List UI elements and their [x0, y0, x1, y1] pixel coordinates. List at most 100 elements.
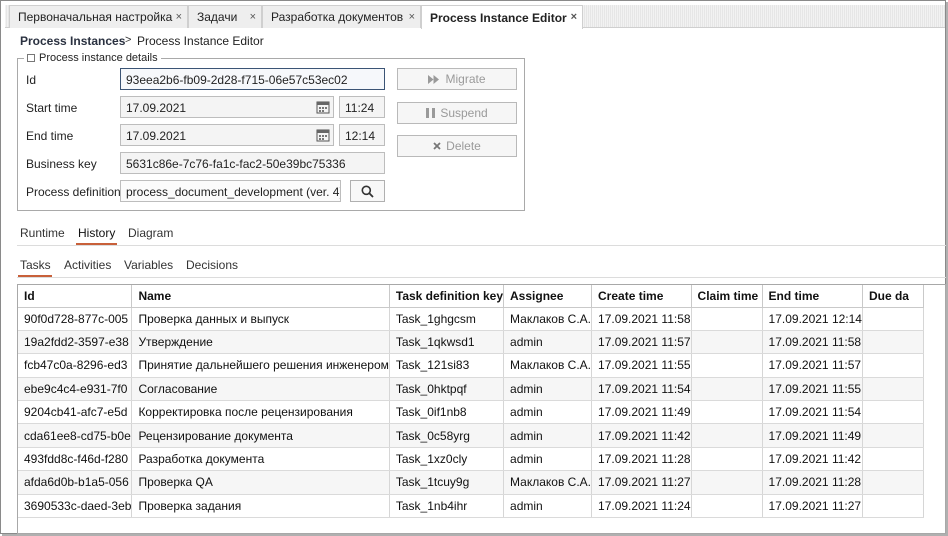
table-row[interactable]: 493fdd8c-f46d-f280 Разработка документа Ta… — [18, 447, 924, 472]
window-tab-label: Задачи — [197, 10, 238, 24]
table-cell: admin — [503, 447, 593, 472]
table-cell: 17.09.2021 11:27 — [762, 494, 863, 519]
table-cell: Согласование — [131, 377, 390, 402]
window-tab-initial-setup[interactable]: Первоначальная настройка × — [9, 5, 188, 28]
breadcrumb-current: Process Instance Editor — [137, 34, 264, 48]
table-cell: admin — [503, 400, 593, 425]
process-definition-field[interactable]: process_document_development (ver. 4) — [120, 180, 341, 202]
table-cell — [862, 307, 924, 331]
table-cell: 17.09.2021 11:54 — [762, 400, 863, 425]
table-cell — [691, 330, 763, 355]
column-header[interactable]: Create time — [591, 285, 692, 308]
migrate-label: Migrate — [445, 72, 486, 86]
table-cell: 17.09.2021 11:27 — [591, 470, 692, 495]
process-definition-label: Process definition — [26, 185, 121, 199]
table-cell: 17.09.2021 11:58 — [591, 307, 692, 331]
table-cell: 17.09.2021 11:57 — [591, 330, 692, 355]
active-subtab-indicator — [18, 275, 52, 277]
tasks-history-table: Id Name Task definition key Assignee Create … — [17, 284, 946, 534]
subtab-divider — [17, 277, 946, 278]
subtab-tasks[interactable]: Tasks — [20, 258, 51, 272]
close-icon[interactable]: × — [409, 11, 415, 23]
table-cell: 3690533c-daed-3eb — [18, 494, 133, 519]
business-key-field[interactable]: 5631c86e-7c76-fa1c-fac2-50e39bc75336 — [120, 152, 385, 174]
window-tab-tasks[interactable]: Задачи × — [188, 5, 262, 28]
table-row[interactable]: ebe9c4c4-e931-7f0 Согласование Task_0hktpq… — [18, 377, 924, 402]
table-row[interactable]: 3690533c-daed-3eb Проверка задания Task_1n… — [18, 494, 924, 519]
search-icon — [361, 185, 374, 198]
window-tab-process-instance-editor[interactable]: Process Instance Editor × — [421, 5, 583, 29]
table-row[interactable]: 90f0d728-877c-005 Проверка данных и выпус… — [18, 307, 924, 331]
table-cell: Проверка данных и выпуск — [131, 307, 390, 331]
table-cell: 17.09.2021 12:14 — [762, 307, 863, 331]
table-cell: admin — [503, 330, 593, 355]
id-field[interactable]: 93eea2b6-fb09-2d28-f715-06e57c53ec02 — [120, 68, 385, 90]
column-header[interactable]: Task definition key — [389, 285, 505, 308]
table-cell — [691, 494, 763, 519]
column-header[interactable]: Assignee — [503, 285, 593, 308]
table-cell — [691, 307, 763, 331]
table-cell: 90f0d728-877c-005 — [18, 307, 133, 331]
table-cell: ebe9c4c4-e931-7f0 — [18, 377, 133, 402]
table-cell — [862, 400, 924, 425]
start-date-field[interactable]: 17.09.2021 — [120, 96, 334, 118]
migrate-button[interactable]: Migrate — [397, 68, 517, 90]
close-icon[interactable]: × — [250, 11, 256, 23]
table-cell: 17.09.2021 11:58 — [762, 330, 863, 355]
tab-diagram[interactable]: Diagram — [128, 226, 173, 240]
table-row[interactable]: cda61ee8-cd75-b0e Рецензирование документ… — [18, 423, 924, 448]
table-row[interactable]: afda6d0b-b1a5-056 Проверка QA Task_1tcuy9g… — [18, 470, 924, 495]
tab-runtime[interactable]: Runtime — [20, 226, 65, 240]
table-cell: Task_1nb4ihr — [389, 494, 505, 519]
column-header[interactable]: Claim time — [691, 285, 763, 308]
start-time-field[interactable]: 11:24 — [339, 96, 385, 118]
table-cell: admin — [503, 494, 593, 519]
table-cell: 17.09.2021 11:28 — [762, 470, 863, 495]
table-cell — [862, 353, 924, 378]
window-tab-document-development[interactable]: Разработка документов × — [262, 5, 421, 28]
column-header[interactable]: Id — [18, 285, 133, 308]
end-date-field[interactable]: 17.09.2021 — [120, 124, 334, 146]
delete-button[interactable]: Delete — [397, 135, 517, 157]
calendar-icon[interactable] — [313, 125, 333, 145]
close-icon[interactable]: × — [571, 11, 577, 23]
column-header[interactable]: Due da — [862, 285, 924, 308]
collapse-toggle-icon[interactable] — [27, 54, 35, 62]
window-tab-label: Первоначальная настройка — [18, 10, 173, 24]
table-cell: Маклаков С.А. — [503, 307, 593, 331]
suspend-button[interactable]: Suspend — [397, 102, 517, 124]
table-row[interactable]: 19a2fdd2-3597-e38 Утверждение Task_1qkwsd1… — [18, 330, 924, 355]
table-cell: afda6d0b-b1a5-056 — [18, 470, 133, 495]
table-cell: Проверка QA — [131, 470, 390, 495]
breadcrumb-separator: > — [125, 34, 132, 46]
close-icon — [433, 142, 441, 150]
suspend-label: Suspend — [440, 106, 488, 120]
tab-history[interactable]: History — [78, 226, 115, 240]
end-time-field[interactable]: 12:14 — [339, 124, 385, 146]
table-cell: Принятие дальнейшего решения инженером — [131, 353, 390, 378]
table-cell — [691, 353, 763, 378]
table-cell — [862, 423, 924, 448]
table-cell: Разработка документа — [131, 447, 390, 472]
table-row[interactable]: 9204cb41-afc7-e5d Корректировка после рец… — [18, 400, 924, 425]
breadcrumb-process-instances-link[interactable]: Process Instances — [20, 34, 125, 48]
table-cell: Проверка задания — [131, 494, 390, 519]
tab-divider — [17, 245, 946, 246]
table-cell — [691, 400, 763, 425]
subtab-activities[interactable]: Activities — [64, 258, 111, 272]
subtab-variables[interactable]: Variables — [124, 258, 173, 272]
column-header[interactable]: End time — [762, 285, 863, 308]
table-cell: Маклаков С.А. — [503, 470, 593, 495]
column-header[interactable]: Name — [131, 285, 390, 308]
subtab-decisions[interactable]: Decisions — [186, 258, 238, 272]
id-label: Id — [26, 73, 37, 87]
table-cell: 17.09.2021 11:49 — [591, 400, 692, 425]
table-cell — [862, 330, 924, 355]
calendar-icon[interactable] — [313, 97, 333, 117]
process-definition-lookup-button[interactable] — [350, 180, 385, 202]
start-time-label: Start time — [26, 101, 78, 115]
close-icon[interactable]: × — [176, 11, 182, 23]
details-group-legend[interactable]: Process instance details — [24, 52, 161, 64]
table-row[interactable]: fcb47c0a-8296-ed3 Принятие дальнейшего ре… — [18, 353, 924, 378]
table-cell — [862, 494, 924, 519]
